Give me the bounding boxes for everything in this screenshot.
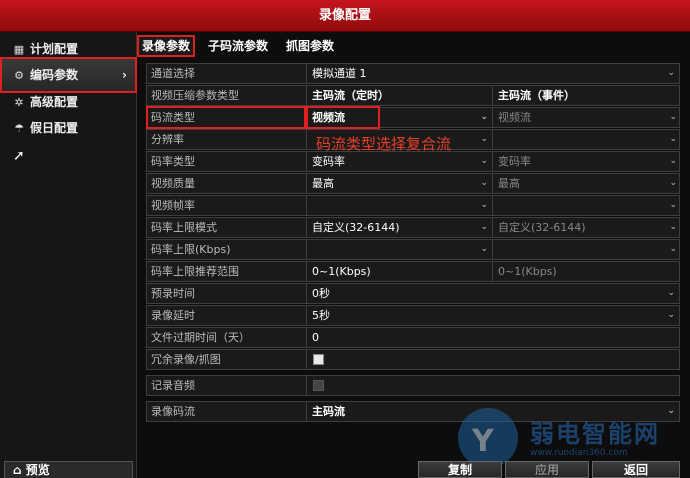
gear-icon: ⚙	[14, 69, 24, 82]
bitrate-type-label: 码率类型	[147, 152, 307, 171]
resolution-select-event[interactable]: ⌄	[493, 130, 681, 149]
bitrate-type-select-event[interactable]: 变码率 ⌄	[493, 152, 681, 171]
chevron-down-icon: ⌄	[480, 222, 488, 232]
watermark-name: 弱电智能网	[530, 420, 660, 448]
row-channel: 通道选择 模拟通道 1 ⌄	[146, 63, 680, 84]
bitrate-range-label: 码率上限推荐范围	[147, 262, 307, 281]
sidebar-item-label: 计划配置	[30, 42, 79, 56]
bitrate-range-event: 0~1(Kbps)	[498, 265, 557, 278]
bitrate-type-select-timed[interactable]: 变码率 ⌄	[307, 152, 493, 171]
preview-button[interactable]: ⌂ 预览	[4, 461, 133, 478]
row-pre-record: 预录时间 0秒 ⌄	[146, 283, 680, 304]
chevron-down-icon: ⌄	[480, 156, 488, 166]
bitrate-limit-select-event[interactable]: ⌄	[493, 240, 681, 259]
bitrate-limit-label: 码率上限(Kbps)	[147, 240, 307, 259]
tab-capture-params[interactable]: 抓图参数	[282, 36, 342, 56]
row-bitrate-range: 码率上限推荐范围 0~1(Kbps) 0~1(Kbps)	[146, 261, 680, 282]
highlight-stream-type-value	[306, 106, 380, 129]
sidebar-item-label: 假日配置	[30, 121, 79, 135]
resolution-label: 分辨率	[147, 130, 307, 149]
home-icon: ⌂	[13, 463, 22, 477]
back-button[interactable]: 返回	[592, 461, 680, 478]
preview-button-label: 预览	[25, 463, 50, 477]
bitrate-range-timed: 0~1(Kbps)	[307, 262, 493, 281]
umbrella-icon: ☂	[14, 122, 24, 135]
row-file-expire: 文件过期时间（天） 0	[146, 327, 680, 348]
frame-rate-select-event[interactable]: ⌄	[493, 196, 681, 215]
record-stream-label: 录像码流	[147, 402, 307, 421]
chevron-down-icon: ⌄	[669, 244, 677, 254]
file-expire-label: 文件过期时间（天）	[147, 328, 307, 347]
pre-record-label: 预录时间	[147, 284, 307, 303]
chevron-down-icon: ⌄	[669, 200, 677, 210]
tab-substream-params[interactable]: 子码流参数	[204, 36, 274, 56]
window-title: 录像配置	[0, 0, 690, 32]
sidebar: ▦ 计划配置 ⚙ 编码参数 › ✲ 高级配置 ☂ 假日配置	[0, 32, 137, 478]
chevron-down-icon: ⌄	[480, 134, 488, 144]
sidebar-item-holiday[interactable]: ☂ 假日配置	[0, 116, 137, 140]
row-post-record: 录像延时 5秒 ⌄	[146, 305, 680, 326]
record-audio-label: 记录音频	[147, 376, 307, 395]
tab-record-params[interactable]: 录像参数	[137, 35, 195, 57]
watermark: Y 弱电智能网 www.ruodian360.com	[458, 408, 690, 468]
chevron-down-icon: ⌄	[667, 310, 675, 320]
channel-label: 通道选择	[147, 64, 307, 83]
mouse-cursor-icon: ➚	[13, 148, 25, 164]
record-audio-checkbox[interactable]	[313, 380, 324, 391]
bitrate-limit-mode-select-timed[interactable]: 自定义(32-6144) ⌄	[307, 218, 493, 237]
chevron-down-icon: ⌄	[480, 244, 488, 254]
video-quality-select-event[interactable]: 最高 ⌄	[493, 174, 681, 193]
video-quality-select-timed[interactable]: 最高 ⌄	[307, 174, 493, 193]
post-record-label: 录像延时	[147, 306, 307, 325]
apply-button[interactable]: 应用	[505, 461, 589, 478]
compress-type-timed: 主码流（定时）	[307, 86, 493, 105]
row-redundant: 冗余录像/抓图	[146, 349, 680, 370]
chevron-down-icon: ⌄	[669, 156, 677, 166]
sidebar-item-label: 编码参数	[30, 68, 79, 82]
chevron-down-icon: ⌄	[669, 112, 677, 122]
row-video-quality: 视频质量 最高 ⌄ 最高 ⌄	[146, 173, 680, 194]
redundant-checkbox[interactable]	[313, 354, 324, 365]
row-compress-type: 视频压缩参数类型 主码流（定时） 主码流（事件）	[146, 85, 680, 106]
pre-record-select[interactable]: 0秒 ⌄	[307, 284, 679, 303]
annotation-text: 码流类型选择复合流	[316, 135, 452, 153]
row-frame-rate: 视频帧率 ⌄ ⌄	[146, 195, 680, 216]
chevron-down-icon: ⌄	[669, 178, 677, 188]
frame-rate-label: 视频帧率	[147, 196, 307, 215]
bitrate-limit-mode-select-event[interactable]: 自定义(32-6144) ⌄	[493, 218, 681, 237]
copy-button[interactable]: 复制	[418, 461, 502, 478]
sidebar-item-encoding[interactable]: ⚙ 编码参数 ›	[0, 57, 137, 93]
chevron-down-icon: ⌄	[669, 134, 677, 144]
file-expire-input[interactable]: 0	[307, 328, 679, 347]
compress-type-event: 主码流（事件）	[498, 89, 575, 102]
row-record-audio: 记录音频	[146, 375, 680, 396]
row-bitrate-limit-mode: 码率上限模式 自定义(32-6144) ⌄ 自定义(32-6144) ⌄	[146, 217, 680, 238]
watermark-logo-icon: Y	[458, 408, 518, 468]
frame-rate-select-timed[interactable]: ⌄	[307, 196, 493, 215]
video-quality-label: 视频质量	[147, 174, 307, 193]
advanced-icon: ✲	[14, 96, 24, 109]
highlight-stream-type-label	[146, 106, 306, 129]
chevron-right-icon: ›	[122, 68, 127, 82]
redundant-cell	[307, 350, 679, 369]
compress-type-label: 视频压缩参数类型	[147, 86, 307, 105]
bitrate-limit-mode-label: 码率上限模式	[147, 218, 307, 237]
sidebar-item-advanced[interactable]: ✲ 高级配置	[0, 90, 137, 114]
chevron-down-icon: ⌄	[480, 112, 488, 122]
chevron-down-icon: ⌄	[667, 288, 675, 298]
post-record-select[interactable]: 5秒 ⌄	[307, 306, 679, 325]
bitrate-limit-select-timed[interactable]: ⌄	[307, 240, 493, 259]
redundant-label: 冗余录像/抓图	[147, 350, 307, 369]
record-audio-cell	[307, 376, 679, 395]
chevron-down-icon: ⌄	[480, 200, 488, 210]
channel-select[interactable]: 模拟通道 1 ⌄	[307, 64, 679, 83]
chevron-down-icon: ⌄	[669, 222, 677, 232]
chevron-down-icon: ⌄	[480, 178, 488, 188]
stream-type-select-event[interactable]: 视频流 ⌄	[493, 108, 681, 127]
watermark-url: www.ruodian360.com	[530, 448, 628, 458]
sidebar-item-label: 高级配置	[30, 95, 79, 109]
row-bitrate-limit: 码率上限(Kbps) ⌄ ⌄	[146, 239, 680, 260]
row-bitrate-type: 码率类型 变码率 ⌄ 变码率 ⌄	[146, 151, 680, 172]
chevron-down-icon: ⌄	[667, 68, 675, 78]
